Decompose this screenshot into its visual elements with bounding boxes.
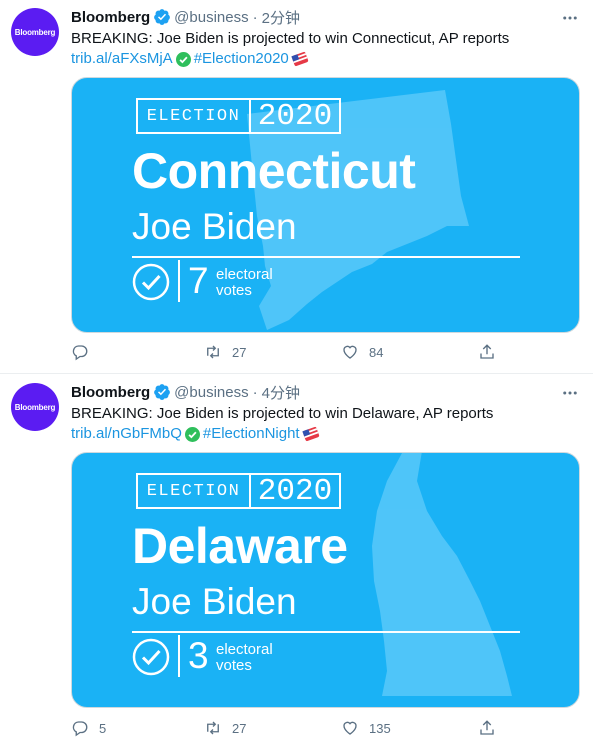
separator-dot: · xyxy=(252,8,258,26)
share-icon xyxy=(480,720,494,735)
tweet-actions: 27 84 xyxy=(71,343,511,363)
reply-button[interactable]: 5 xyxy=(71,719,106,737)
state-name: Connecticut xyxy=(132,143,416,199)
hashtag-link[interactable]: #ElectionNight xyxy=(203,424,300,444)
avatar[interactable]: Bloomberg xyxy=(11,383,59,431)
retweet-button[interactable]: 27 xyxy=(204,343,246,361)
reply-icon xyxy=(72,721,88,737)
vertical-divider xyxy=(178,260,180,302)
retweet-icon xyxy=(207,345,219,359)
retweet-count: 27 xyxy=(232,344,247,360)
badge-year: 2020 xyxy=(257,98,333,134)
votes-label-line2: votes xyxy=(216,282,252,299)
check-circle-icon xyxy=(132,638,170,676)
avatar-text: Bloomberg xyxy=(14,402,56,412)
candidate-name: Joe Biden xyxy=(132,206,297,247)
author-handle[interactable]: @business xyxy=(174,9,248,26)
like-icon xyxy=(343,345,357,359)
retweet-icon xyxy=(207,721,219,735)
author-name[interactable]: Bloomberg xyxy=(71,9,150,26)
delaware-map-shape xyxy=(372,453,512,696)
avatar-text: Bloomberg xyxy=(14,27,56,37)
check-circle-icon xyxy=(132,263,170,301)
election-card[interactable]: ELECTION 2020 Connecticut Joe Biden 7 el… xyxy=(71,77,580,333)
retweet-button[interactable]: 27 xyxy=(204,719,246,737)
votes-label-line1: electoral xyxy=(216,266,273,283)
check-mark-emoji-icon xyxy=(184,426,200,442)
votes-label-line1: electoral xyxy=(216,641,273,658)
badge-label: ELECTION xyxy=(138,100,251,132)
tweet-text: BREAKING: Joe Biden is projected to win … xyxy=(71,405,494,422)
election-card[interactable]: ELECTION 2020 Delaware Joe Biden 3 elect… xyxy=(71,452,580,708)
tweet-actions: 5 27 135 xyxy=(71,719,511,739)
avatar[interactable]: Bloomberg xyxy=(11,8,59,56)
author-handle[interactable]: @business xyxy=(174,384,248,401)
verified-badge-icon xyxy=(154,9,171,25)
tweet[interactable]: Bloomberg Bloomberg @business · 2分钟 BREA… xyxy=(0,0,593,374)
share-button[interactable] xyxy=(478,719,496,737)
election-badge: ELECTION 2020 xyxy=(136,473,341,509)
author-name[interactable]: Bloomberg xyxy=(71,384,150,401)
share-icon xyxy=(480,344,494,359)
more-icon[interactable] xyxy=(561,384,579,402)
tweet[interactable]: Bloomberg Bloomberg @business · 4分钟 BREA… xyxy=(0,375,593,748)
like-button[interactable]: 84 xyxy=(341,343,383,361)
separator-dot: · xyxy=(252,383,258,401)
tweet-header: Bloomberg @business · 2分钟 xyxy=(71,7,300,27)
more-icon[interactable] xyxy=(561,9,579,27)
check-mark-emoji-icon xyxy=(175,51,191,67)
hashtag-link[interactable]: #Election2020 xyxy=(194,49,289,69)
timestamp[interactable]: 2分钟 xyxy=(262,7,300,28)
like-count: 135 xyxy=(369,720,391,736)
reply-icon xyxy=(72,345,88,361)
badge-label: ELECTION xyxy=(138,475,251,507)
reply-count: 5 xyxy=(99,720,107,736)
like-button[interactable]: 135 xyxy=(341,719,391,737)
vertical-divider xyxy=(178,635,180,677)
timestamp[interactable]: 4分钟 xyxy=(262,382,300,403)
electoral-votes-count: 3 xyxy=(188,635,209,676)
tweet-url[interactable]: trib.al/aFXsMjA xyxy=(71,49,173,69)
tweet-links: trib.al/aFXsMjA #Election2020 xyxy=(71,49,309,69)
electoral-votes-label: electoral votes xyxy=(216,642,273,674)
state-name: Delaware xyxy=(132,518,348,574)
like-icon xyxy=(343,721,357,735)
votes-label-line2: votes xyxy=(216,657,252,674)
share-button[interactable] xyxy=(478,343,496,361)
flag-emoji-icon xyxy=(291,51,308,67)
verified-badge-icon xyxy=(154,384,171,400)
election-badge: ELECTION 2020 xyxy=(136,98,341,134)
card-divider xyxy=(132,631,520,633)
card-divider xyxy=(132,256,520,258)
tweet-links: trib.al/nGbFMbQ #ElectionNight xyxy=(71,424,320,444)
flag-emoji-icon xyxy=(301,426,319,442)
tweet-text: BREAKING: Joe Biden is projected to win … xyxy=(71,30,510,47)
retweet-count: 27 xyxy=(232,720,247,736)
reply-button[interactable] xyxy=(71,343,99,361)
badge-year: 2020 xyxy=(257,473,333,509)
like-count: 84 xyxy=(369,344,384,360)
electoral-votes-count: 7 xyxy=(188,260,209,301)
electoral-votes-label: electoral votes xyxy=(216,267,273,299)
candidate-name: Joe Biden xyxy=(132,581,297,622)
tweet-header: Bloomberg @business · 4分钟 xyxy=(71,382,300,402)
tweet-url[interactable]: trib.al/nGbFMbQ xyxy=(71,424,182,444)
